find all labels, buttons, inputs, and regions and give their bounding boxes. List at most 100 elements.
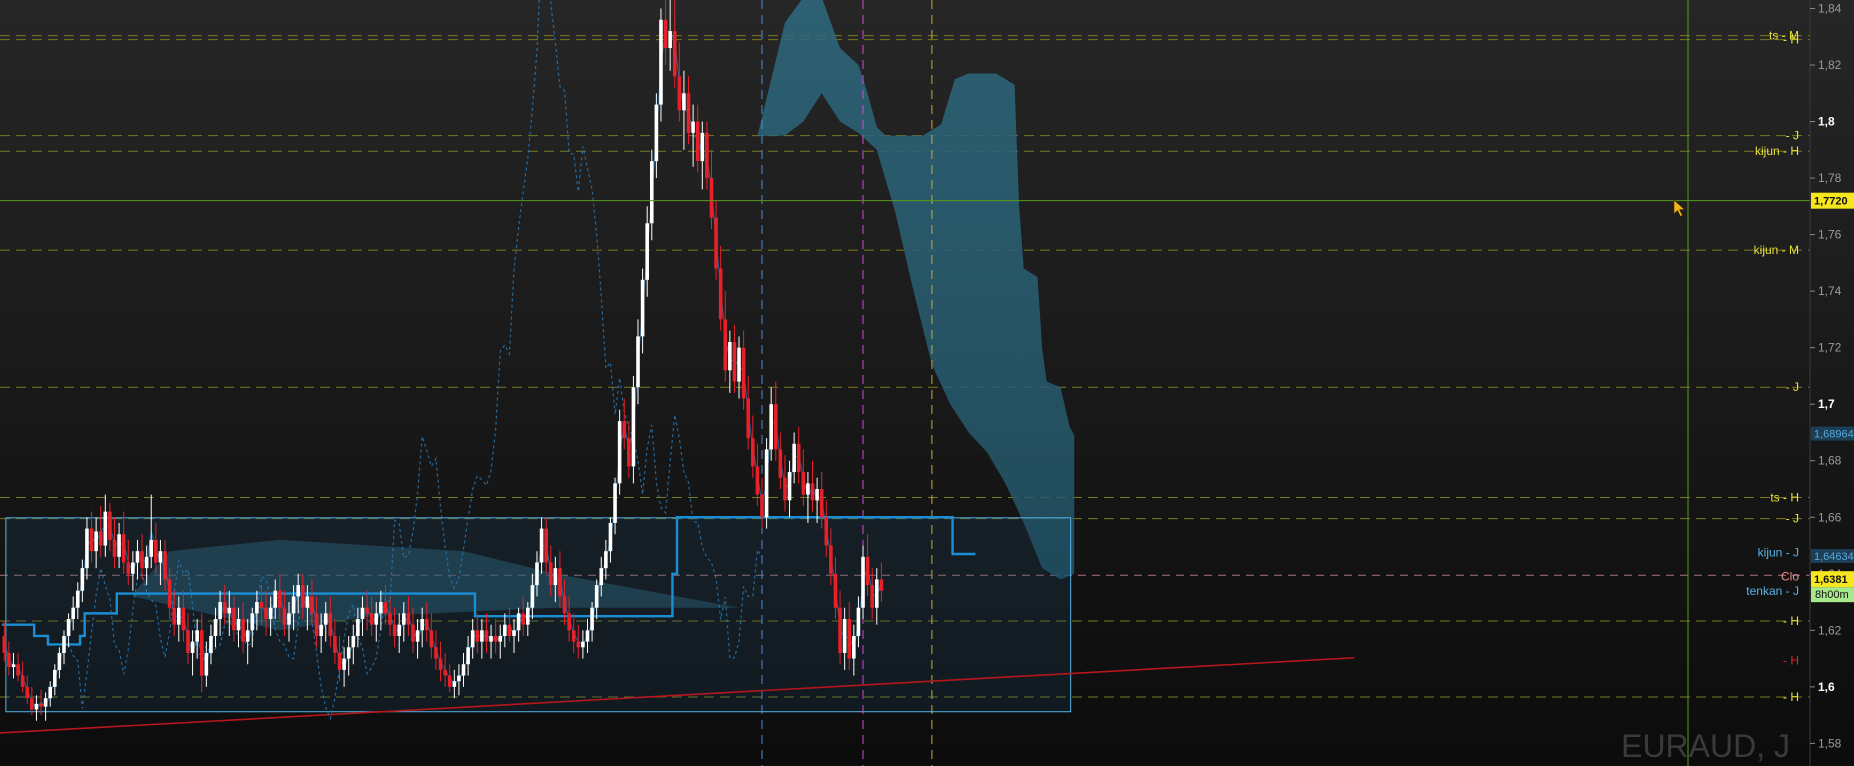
candle-bull (806, 483, 810, 495)
candle-bull (640, 279, 645, 337)
level-label: - H (1783, 614, 1799, 628)
candle-bull (815, 488, 819, 501)
candle-bull (599, 568, 604, 586)
candle-bear (310, 596, 314, 614)
candle-bear (140, 551, 144, 569)
candle-bull (489, 635, 493, 642)
candle-bear (714, 217, 718, 269)
candle-bull (351, 635, 356, 648)
candle-bull (62, 635, 66, 653)
candle-bear (627, 438, 631, 467)
candle-bear (7, 652, 11, 668)
candle-bull (631, 387, 636, 467)
candle-bear (751, 438, 755, 467)
candle-bull (457, 675, 461, 682)
candle-bear (548, 562, 553, 586)
candle-bear (282, 607, 287, 625)
candle-bear (686, 93, 691, 133)
candle-bear (622, 421, 627, 439)
candle-bull (158, 551, 163, 563)
crosshair-price-text: 1,7720 (1814, 196, 1848, 208)
candle-bull (397, 624, 402, 636)
candle-bull (535, 562, 539, 586)
candle-bull (553, 568, 558, 586)
candle-bull (250, 613, 255, 631)
axis-tick-label: 1,6 (1818, 680, 1835, 694)
candle-bull (346, 647, 351, 659)
candle-bear (567, 613, 571, 631)
candle-bull (227, 607, 232, 614)
axis-tick-label: 1,66 (1818, 510, 1842, 524)
candle-bear (571, 630, 576, 642)
candle-bear (663, 19, 668, 49)
candle-bear (829, 545, 833, 574)
candle-bull (466, 647, 470, 665)
candle-bear (672, 31, 677, 77)
candle-bull (659, 19, 663, 105)
candle-bear (434, 647, 438, 659)
candle-bull (323, 613, 328, 625)
indicator-value-text: 1,68964 (1814, 429, 1854, 441)
candle-bear (411, 624, 415, 642)
level-label: - J (1786, 380, 1799, 394)
candle-bull (245, 630, 250, 642)
price-chart[interactable]: ts - M- H- Jkijun - Hkijun - M- Jts - H-… (0, 0, 1854, 766)
candle-bull (787, 472, 792, 501)
candle-bull (48, 686, 53, 699)
candle-bear (705, 132, 709, 179)
candle-bear (576, 641, 581, 648)
candle-bear (819, 488, 824, 518)
candle-bull (470, 630, 475, 648)
candle-bull (66, 619, 71, 636)
axis-tick-label: 1,62 (1818, 623, 1842, 637)
candle-bull (71, 607, 75, 620)
axis-tick-label: 1,68 (1818, 454, 1842, 468)
candle-bear (443, 669, 447, 676)
candle-bear (186, 630, 190, 653)
candle-bear (718, 268, 723, 320)
candle-bear (16, 664, 20, 676)
candle-bear (847, 619, 852, 659)
candle-bear (300, 585, 305, 608)
candle-bull (539, 528, 544, 563)
candle-bull (645, 223, 649, 280)
candle-bull (103, 511, 108, 546)
current-price-text: 1,6381 (1814, 574, 1848, 586)
candle-bear (181, 607, 186, 631)
candle-bear (337, 652, 342, 670)
candle-bull (480, 630, 484, 642)
candle-bear (392, 624, 397, 636)
candle-bull (728, 342, 732, 371)
candle-bull (691, 121, 695, 133)
candle-bear (562, 596, 567, 614)
candle-bull (636, 336, 640, 388)
candle-bull (530, 585, 535, 608)
candle-bear (112, 539, 117, 557)
candle-bear (388, 613, 392, 625)
candle-bull (585, 630, 590, 642)
candle-bull (209, 635, 213, 653)
candle-bull (512, 630, 516, 636)
candle-bull (415, 630, 420, 642)
candle-bull (842, 619, 847, 653)
candle-bull (117, 534, 121, 557)
candle-bear (773, 404, 778, 450)
candle-bull (379, 602, 383, 614)
indicator-label: - H (1783, 654, 1799, 668)
candle-bear (369, 613, 374, 625)
axis-tick-label: 1,8 (1818, 115, 1835, 129)
candle-bear (232, 607, 236, 631)
candle-bear (333, 635, 337, 653)
candle-bear (259, 602, 264, 608)
candle-bear (121, 534, 126, 563)
candle-bear (558, 568, 562, 597)
candle-bear (521, 613, 525, 625)
chart-window[interactable]: ts - M- H- Jkijun - Hkijun - M- Jts - H-… (0, 0, 1854, 766)
candle-bear (493, 635, 498, 642)
candle-bull (236, 619, 241, 631)
candle-bull (594, 585, 599, 608)
candle-bull (80, 568, 85, 591)
candle-bull (654, 104, 659, 162)
candle-bear (870, 585, 874, 608)
candle-bull (131, 562, 135, 574)
